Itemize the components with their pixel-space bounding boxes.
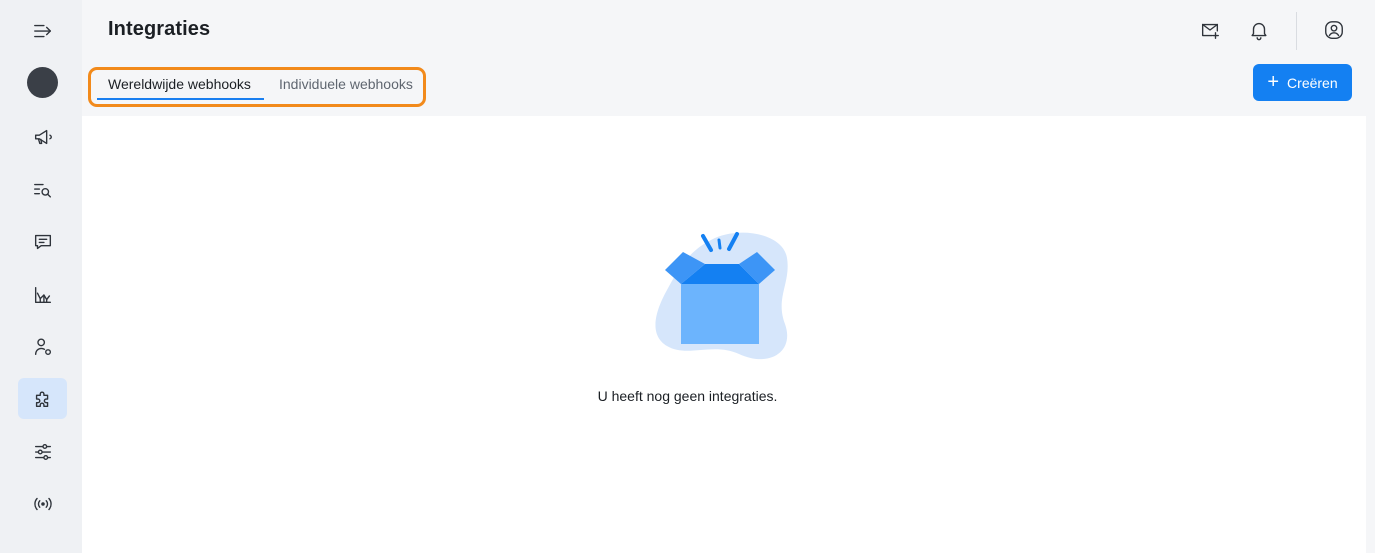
broadcast-icon [33,497,52,510]
sidebar [0,0,82,553]
avatar[interactable] [27,67,58,98]
profile-button[interactable] [1321,17,1347,43]
create-button[interactable]: + Creëren [1253,64,1352,101]
mail-add-icon [1201,23,1219,39]
tab-global-webhooks[interactable]: Wereldwijde webhooks [108,76,251,92]
sliders-icon [34,443,51,460]
header-divider [1296,12,1297,50]
chat-icon [34,234,51,249]
sidebar-item-search[interactable] [18,169,67,210]
create-button-label: Creëren [1287,74,1338,91]
user-settings-icon [34,338,51,355]
megaphone-icon [34,129,52,144]
sidebar-item-broadcast[interactable] [18,483,67,524]
bell-icon [1251,22,1267,41]
mail-button[interactable] [1197,17,1223,43]
tab-individual-webhooks[interactable]: Individuele webhooks [279,76,413,92]
active-tab-indicator [97,98,264,100]
notifications-button[interactable] [1246,17,1272,43]
sidebar-item-campaigns[interactable] [18,116,67,157]
sidebar-item-messages[interactable] [18,221,67,262]
sidebar-item-settings[interactable] [18,431,67,472]
sidebar-item-analytics[interactable] [18,274,67,315]
expand-menu-icon [33,24,51,37]
sidebar-toggle-button[interactable] [18,10,67,51]
chart-icon [34,286,51,303]
page-title: Integraties [108,18,211,40]
empty-box-illustration [655,232,788,360]
plus-icon: + [1267,70,1280,93]
search-list-icon [33,183,51,198]
empty-state-message: U heeft nog geen integraties. [597,388,778,404]
user-circle-icon [1325,21,1343,39]
sidebar-item-users[interactable] [18,326,67,367]
